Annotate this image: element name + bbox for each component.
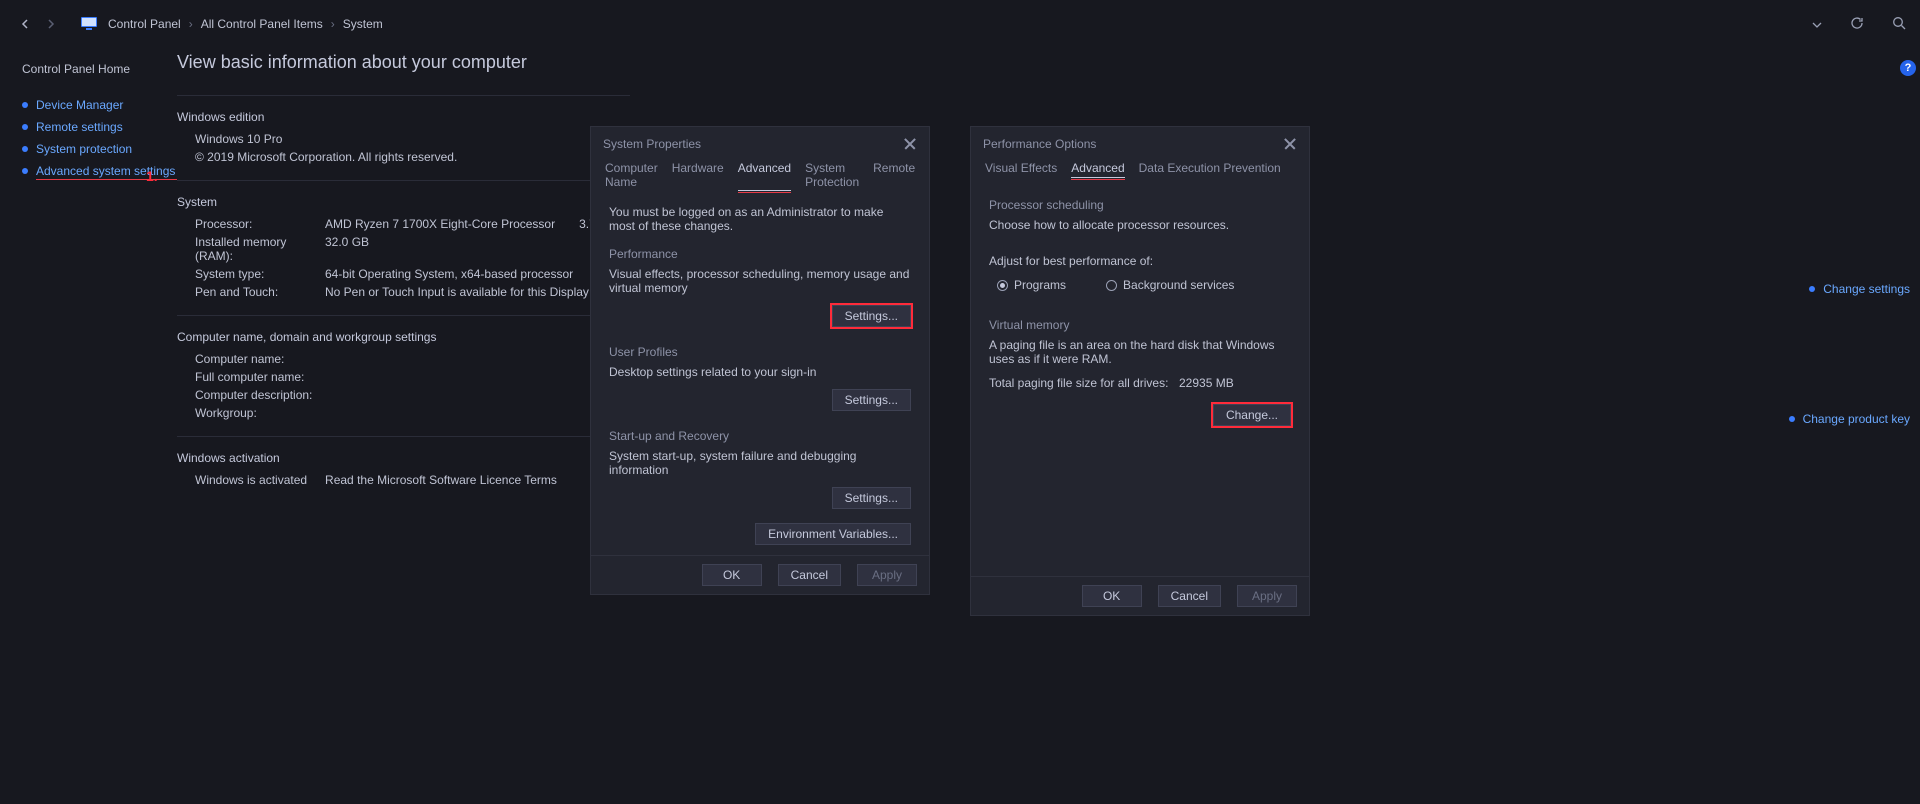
annotation-1: 1. — [146, 168, 158, 184]
apply-button[interactable]: Apply — [857, 564, 917, 586]
apply-button[interactable]: Apply — [1237, 585, 1297, 607]
change-product-key-link[interactable]: Change product key — [1789, 412, 1910, 426]
adjust-label: Adjust for best performance of: — [989, 254, 1291, 268]
computer-name-label: Computer name: — [195, 352, 325, 366]
breadcrumb-sep: › — [331, 17, 335, 31]
user-profiles-desc: Desktop settings related to your sign-in — [609, 365, 911, 379]
radio-programs[interactable]: Programs — [997, 278, 1066, 292]
virtual-memory-desc: A paging file is an area on the hard dis… — [989, 338, 1279, 366]
performance-settings-button[interactable]: Settings... — [832, 305, 911, 327]
search-icon[interactable] — [1892, 16, 1906, 33]
explorer-window: Control Panel › All Control Panel Items … — [0, 0, 1920, 804]
startup-recovery-settings-button[interactable]: Settings... — [832, 487, 911, 509]
workgroup-label: Workgroup: — [195, 406, 325, 420]
forward-button[interactable] — [40, 13, 62, 35]
close-icon[interactable] — [903, 137, 917, 151]
processor-scheduling-desc: Choose how to allocate processor resourc… — [989, 218, 1291, 232]
help-icon[interactable]: ? — [1900, 60, 1916, 76]
ok-button[interactable]: OK — [1082, 585, 1142, 607]
windows-edition-value: Windows 10 Pro — [195, 132, 282, 146]
virtual-memory-heading: Virtual memory — [989, 318, 1291, 332]
computer-description-label: Computer description: — [195, 388, 325, 402]
environment-variables-button[interactable]: Environment Variables... — [755, 523, 911, 545]
bullet-icon — [22, 168, 28, 174]
tab-dep[interactable]: Data Execution Prevention — [1139, 161, 1281, 178]
ok-button[interactable]: OK — [702, 564, 762, 586]
processor-value: AMD Ryzen 7 1700X Eight-Core Processor — [325, 217, 555, 231]
processor-scheduling-heading: Processor scheduling — [989, 198, 1291, 212]
tab-system-protection[interactable]: System Protection — [805, 161, 859, 191]
refresh-icon[interactable] — [1850, 16, 1864, 33]
bullet-icon — [1809, 286, 1815, 292]
system-icon — [80, 16, 98, 33]
paging-size-label: Total paging file size for all drives: — [989, 376, 1179, 390]
performance-heading: Performance — [609, 247, 911, 261]
address-bar: Control Panel › All Control Panel Items … — [0, 0, 1920, 48]
bullet-icon — [22, 102, 28, 108]
performance-options-dialog: Performance Options Visual Effects Advan… — [970, 126, 1310, 616]
ram-value: 32.0 GB — [325, 235, 369, 263]
dialog-title: System Properties — [603, 137, 701, 151]
system-type-label: System type: — [195, 267, 325, 281]
windows-edition-heading: Windows edition — [177, 110, 630, 124]
bullet-icon — [1789, 416, 1795, 422]
sidebar: Control Panel Home Device Manager Remote… — [22, 48, 177, 503]
sidebar-system-protection[interactable]: System protection — [22, 142, 177, 156]
breadcrumb-sep: › — [189, 17, 193, 31]
tab-computer-name[interactable]: Computer Name — [605, 161, 658, 191]
breadcrumb-control-panel[interactable]: Control Panel — [108, 17, 181, 31]
licence-terms-link[interactable]: Read the Microsoft Software Licence Term… — [325, 473, 557, 487]
page-title: View basic information about your comput… — [177, 52, 630, 73]
sidebar-remote-settings[interactable]: Remote settings — [22, 120, 177, 134]
pen-touch-label: Pen and Touch: — [195, 285, 325, 299]
paging-size-value: 22935 MB — [1179, 376, 1234, 390]
activation-status: Windows is activated — [195, 473, 307, 487]
tab-hardware[interactable]: Hardware — [672, 161, 724, 191]
full-computer-name-label: Full computer name: — [195, 370, 325, 384]
radio-icon — [1106, 280, 1117, 291]
cancel-button[interactable]: Cancel — [1158, 585, 1221, 607]
bullet-icon — [22, 124, 28, 130]
sidebar-device-manager[interactable]: Device Manager — [22, 98, 177, 112]
startup-recovery-desc: System start-up, system failure and debu… — [609, 449, 911, 477]
performance-desc: Visual effects, processor scheduling, me… — [609, 267, 911, 295]
user-profiles-settings-button[interactable]: Settings... — [832, 389, 911, 411]
tab-remote[interactable]: Remote — [873, 161, 915, 191]
change-button[interactable]: Change... — [1213, 404, 1291, 426]
bullet-icon — [22, 146, 28, 152]
system-type-value: 64-bit Operating System, x64-based proce… — [325, 267, 573, 281]
breadcrumb-all-items[interactable]: All Control Panel Items — [201, 17, 323, 31]
breadcrumb-system[interactable]: System — [343, 17, 383, 31]
change-settings-link[interactable]: Change settings — [1809, 282, 1910, 296]
activation-heading: Windows activation — [177, 451, 630, 465]
ram-label: Installed memory (RAM): — [195, 235, 325, 263]
system-properties-dialog: System Properties Computer Name Hardware… — [590, 126, 930, 595]
pen-touch-value: No Pen or Touch Input is available for t… — [325, 285, 589, 299]
close-icon[interactable] — [1283, 137, 1297, 151]
control-panel-home-link[interactable]: Control Panel Home — [22, 62, 177, 76]
dialog-title: Performance Options — [983, 137, 1096, 151]
tab-advanced[interactable]: Advanced — [738, 161, 791, 191]
system-heading: System — [177, 195, 630, 209]
main-panel: View basic information about your comput… — [177, 48, 630, 503]
processor-label: Processor: — [195, 217, 325, 231]
cndw-heading: Computer name, domain and workgroup sett… — [177, 330, 630, 344]
back-button[interactable] — [14, 13, 36, 35]
dropdown-icon[interactable] — [1812, 17, 1822, 31]
cancel-button[interactable]: Cancel — [778, 564, 841, 586]
radio-background-services[interactable]: Background services — [1106, 278, 1234, 292]
tab-visual-effects[interactable]: Visual Effects — [985, 161, 1057, 178]
user-profiles-heading: User Profiles — [609, 345, 911, 359]
radio-icon — [997, 280, 1008, 291]
admin-note: You must be logged on as an Administrato… — [609, 205, 911, 233]
tab-advanced[interactable]: Advanced — [1071, 161, 1124, 178]
startup-recovery-heading: Start-up and Recovery — [609, 429, 911, 443]
copyright-text: © 2019 Microsoft Corporation. All rights… — [195, 150, 457, 164]
